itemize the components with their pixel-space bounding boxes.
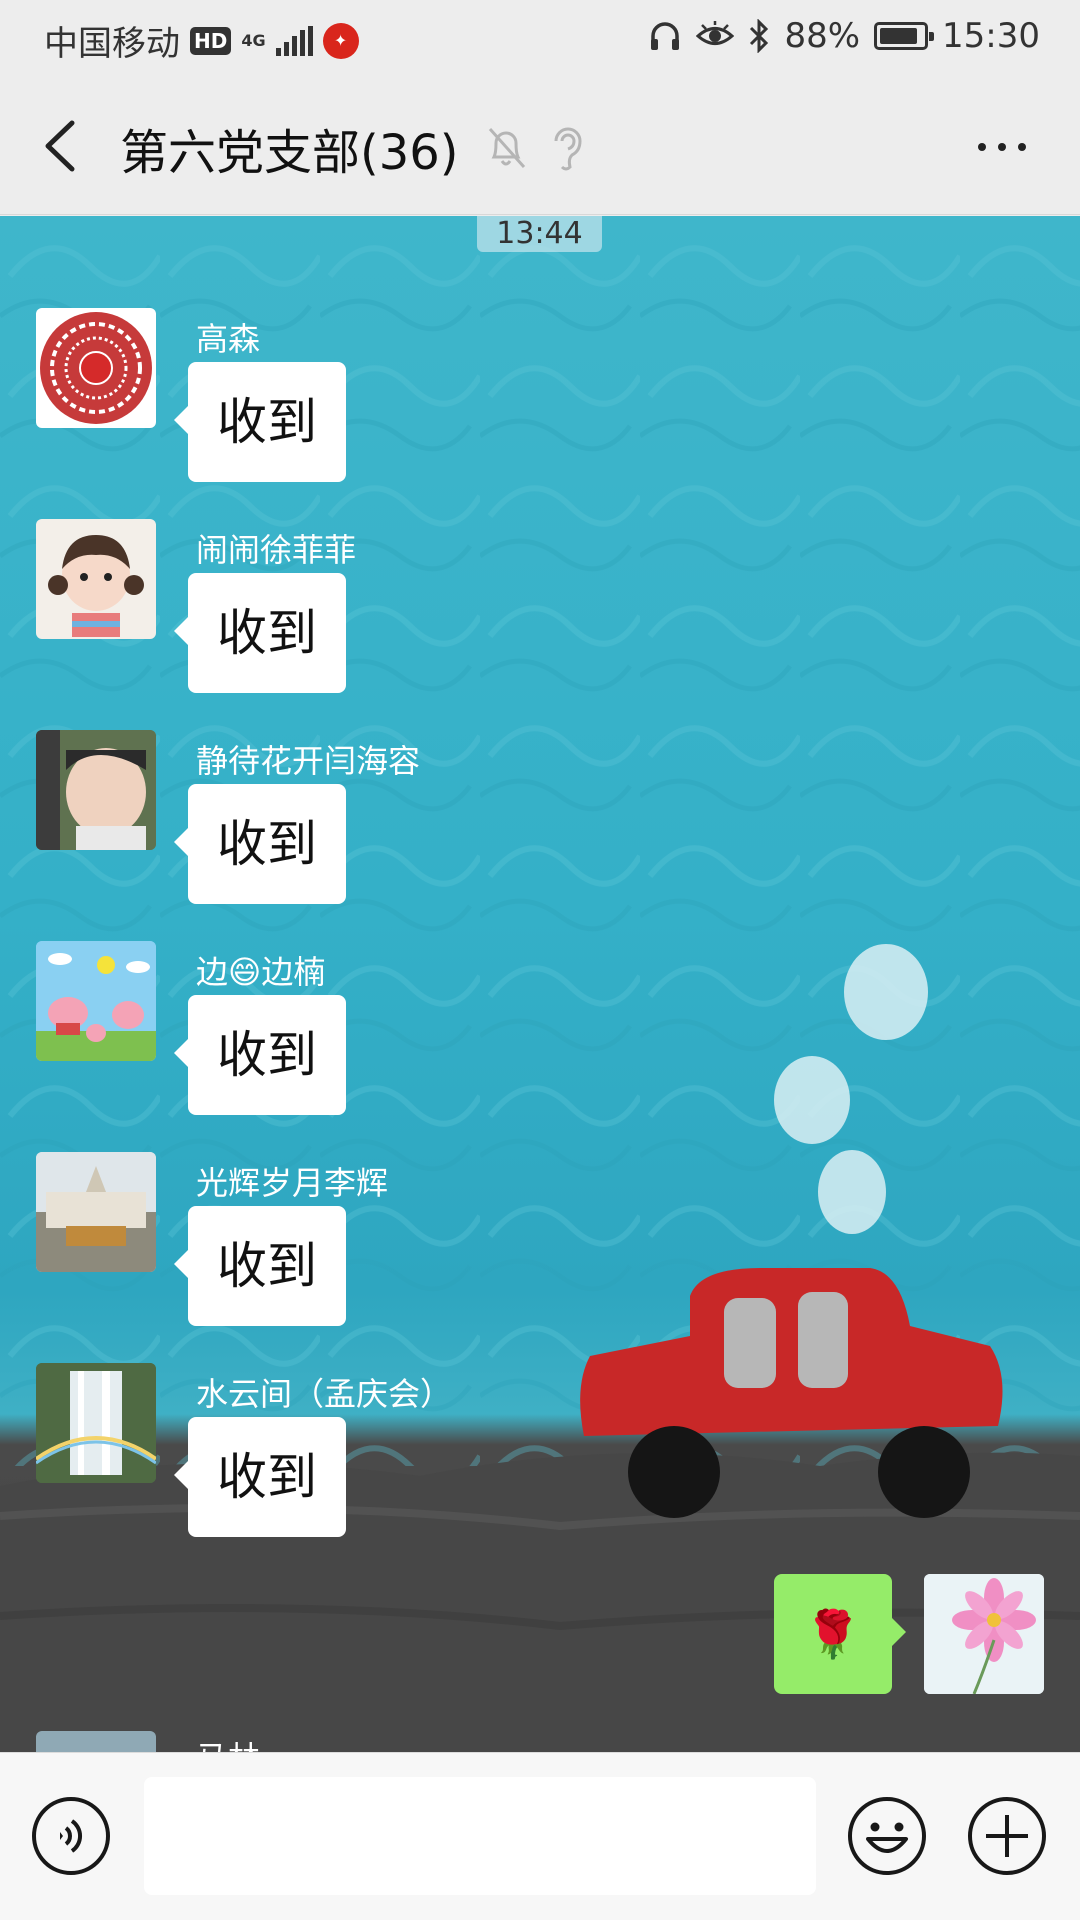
sender-name: 水云间（孟庆会） (196, 1375, 453, 1413)
bluetooth-icon (750, 19, 769, 53)
status-bar: 中国移动 HD 4G ✦ 88% 15:30 (0, 0, 1080, 75)
plus-icon (968, 1797, 1046, 1875)
carrier-label: 中国移动 (44, 24, 180, 64)
sender-name: 光辉岁月李辉 (196, 1164, 389, 1202)
sender-name: 高森 (196, 320, 261, 358)
message-bubble[interactable]: 收到 (174, 784, 346, 904)
avatar[interactable] (36, 308, 156, 428)
app-notification-icon: ✦ (322, 22, 359, 59)
message-row: 闹闹徐菲菲 收到 (36, 519, 736, 719)
rose-emoji: 🌹 (804, 1606, 862, 1661)
title-bar: 第六党支部(36) (0, 75, 1080, 215)
message-row: 水云间（孟庆会） 收到 (36, 1363, 736, 1563)
back-button[interactable] (34, 111, 94, 181)
message-row: 高森 收到 (36, 308, 736, 508)
avatar[interactable] (36, 1363, 156, 1483)
message-row: 光辉岁月李辉 收到 (36, 1152, 736, 1352)
battery-icon (874, 22, 935, 50)
voice-icon (32, 1797, 110, 1875)
smiley-icon (848, 1797, 926, 1875)
avatar[interactable] (36, 941, 156, 1061)
message-bubble[interactable]: 收到 (174, 1206, 346, 1326)
avatar[interactable] (36, 1152, 156, 1272)
sender-name: 边😄边楠 (196, 953, 326, 991)
avatar[interactable] (36, 519, 156, 639)
chevron-left-icon (45, 120, 75, 172)
more-functions-button[interactable] (966, 1795, 1048, 1877)
battery-percent: 88% (784, 16, 861, 56)
network-type: 4G (241, 30, 266, 50)
emoji-button[interactable] (846, 1795, 928, 1877)
voice-input-button[interactable] (30, 1795, 112, 1877)
my-message-bubble[interactable]: 🌹 (774, 1574, 906, 1694)
sender-name: 闹闹徐菲菲 (196, 531, 357, 569)
muted-bell-icon (488, 127, 526, 169)
message-timestamp: 13:44 (477, 216, 602, 252)
message-input[interactable] (144, 1777, 816, 1895)
eye-icon (696, 21, 735, 45)
avatar[interactable] (36, 1731, 156, 1752)
sender-name: 马林 (196, 1733, 260, 1752)
message-row: 马林 (36, 1731, 436, 1752)
chat-area[interactable]: 13:44 高森 收到 闹闹徐菲菲 收到 静待花开闫海容 收到 边😄边楠 收到 (0, 216, 1080, 1752)
message-row: 边😄边楠 收到 (36, 941, 736, 1141)
signal-icon (275, 25, 313, 56)
sender-name: 静待花开闫海容 (196, 742, 421, 780)
hd-badge: HD (190, 26, 232, 55)
avatar[interactable] (36, 730, 156, 850)
ear-icon (554, 127, 582, 171)
message-row: 静待花开闫海容 收到 (36, 730, 736, 930)
my-message-row: 🌹 (744, 1574, 1044, 1696)
chat-title: 第六党支部(36) (120, 125, 459, 181)
message-bubble[interactable]: 收到 (174, 362, 346, 482)
headphones-icon (651, 22, 680, 50)
message-bubble[interactable]: 收到 (174, 995, 346, 1115)
input-bar (0, 1752, 1080, 1920)
my-avatar[interactable] (924, 1574, 1044, 1694)
more-dots-icon (978, 143, 1026, 151)
more-options-button[interactable] (972, 127, 1032, 167)
message-bubble[interactable]: 收到 (174, 573, 346, 693)
clock: 15:30 (942, 16, 1040, 56)
message-bubble[interactable]: 收到 (174, 1417, 346, 1537)
